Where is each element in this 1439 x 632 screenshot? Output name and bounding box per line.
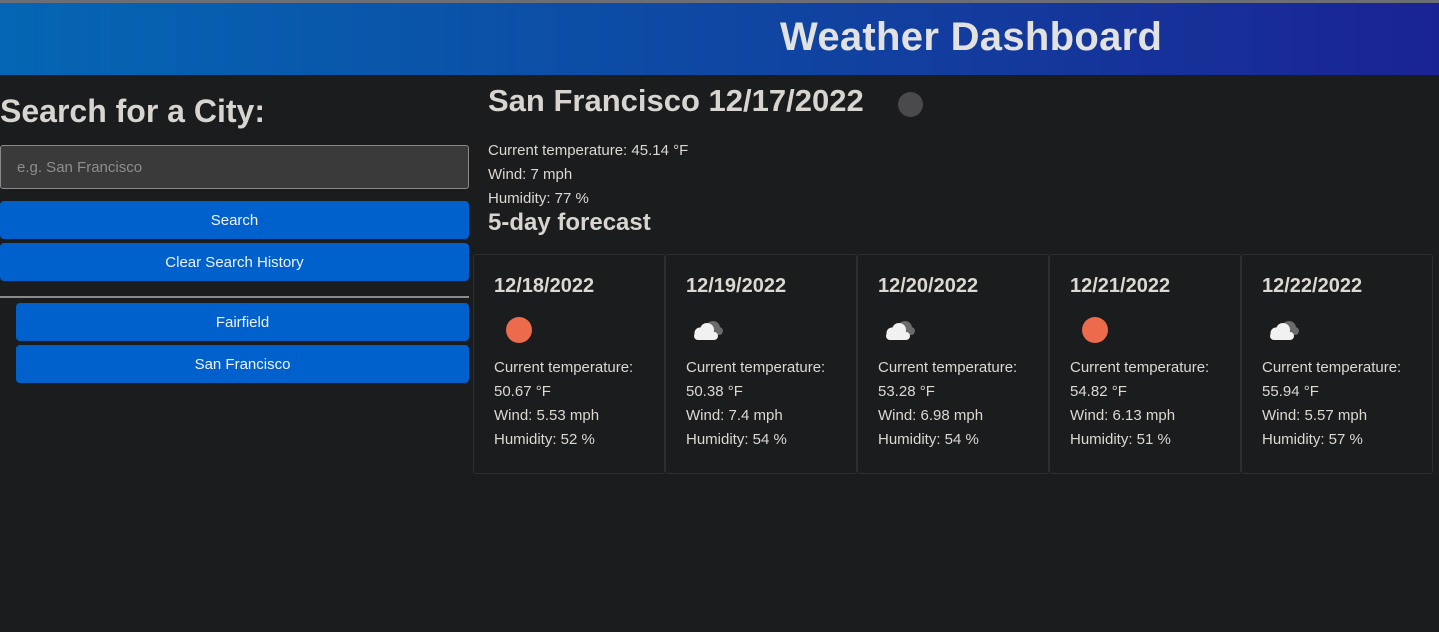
forecast-wind: Wind: 5.53 mph xyxy=(494,407,600,424)
forecast-humidity: Humidity: 54 % xyxy=(878,431,979,448)
forecast-humidity: Humidity: 57 % xyxy=(1262,431,1363,448)
forecast-temp-value: 50.38 °F xyxy=(686,383,743,400)
cloud-icon xyxy=(694,321,723,340)
forecast-temp-value: 55.94 °F xyxy=(1262,383,1319,400)
forecast-date: 12/20/2022 xyxy=(878,275,979,297)
forecast-humidity: Humidity: 51 % xyxy=(1070,431,1171,448)
current-temperature: Current temperature: 45.14 °F xyxy=(488,142,689,159)
cloud-icon xyxy=(886,321,915,340)
forecast-date: 12/18/2022 xyxy=(494,275,595,297)
forecast-card: 12/19/2022 Current temperature: 50.38 °F… xyxy=(665,254,857,474)
forecast-temp-label: Current temperature: xyxy=(1262,359,1402,376)
forecast-wind: Wind: 5.57 mph xyxy=(1262,407,1368,424)
current-wind: Wind: 7 mph xyxy=(488,166,573,183)
sun-icon xyxy=(506,317,532,343)
divider xyxy=(0,296,469,298)
search-title: Search for a City: xyxy=(0,93,265,129)
forecast-temp-value: 50.67 °F xyxy=(494,383,551,400)
history-item-fairfield[interactable]: Fairfield xyxy=(16,303,469,341)
forecast-date: 12/22/2022 xyxy=(1262,275,1363,297)
forecast-temp-value: 54.82 °F xyxy=(1070,383,1127,400)
forecast-temp-label: Current temperature: xyxy=(878,359,1018,376)
forecast-wind: Wind: 7.4 mph xyxy=(686,407,783,424)
forecast-card: 12/18/2022 Current temperature: 50.67 °F… xyxy=(473,254,665,474)
cloud-icon xyxy=(1270,321,1299,340)
header: Weather Dashboard xyxy=(0,3,1439,75)
forecast-humidity: Humidity: 52 % xyxy=(494,431,595,448)
search-history: Fairfield San Francisco xyxy=(16,303,469,387)
search-button[interactable]: Search xyxy=(0,201,469,239)
forecast-humidity: Humidity: 54 % xyxy=(686,431,787,448)
history-item-san-francisco[interactable]: San Francisco xyxy=(16,345,469,383)
forecast-temp-label: Current temperature: xyxy=(1070,359,1210,376)
forecast-temp-label: Current temperature: xyxy=(686,359,826,376)
city-title: San Francisco 12/17/2022 xyxy=(488,83,864,118)
forecast-card: 12/21/2022 Current temperature: 54.82 °F… xyxy=(1049,254,1241,474)
sun-icon xyxy=(1082,317,1108,343)
forecast-card: 12/22/2022 Current temperature: 55.94 °F… xyxy=(1241,254,1433,474)
forecast-temp-value: 53.28 °F xyxy=(878,383,935,400)
clear-history-button[interactable]: Clear Search History xyxy=(0,243,469,281)
forecast-title: 5-day forecast xyxy=(488,209,651,236)
current-stats: Current temperature: 45.14 °F Wind: 7 mp… xyxy=(488,139,688,211)
forecast-cards: 12/18/2022 Current temperature: 50.67 °F… xyxy=(473,254,1433,474)
current-humidity: Humidity: 77 % xyxy=(488,190,589,207)
forecast-temp-label: Current temperature: xyxy=(494,359,634,376)
forecast-date: 12/19/2022 xyxy=(686,275,787,297)
search-input[interactable] xyxy=(0,145,469,189)
forecast-wind: Wind: 6.13 mph xyxy=(1070,407,1176,424)
forecast-date: 12/21/2022 xyxy=(1070,275,1171,297)
forecast-card: 12/20/2022 Current temperature: 53.28 °F… xyxy=(857,254,1049,474)
weather-icon xyxy=(898,92,923,117)
page-title: Weather Dashboard xyxy=(780,15,1163,59)
forecast-wind: Wind: 6.98 mph xyxy=(878,407,984,424)
